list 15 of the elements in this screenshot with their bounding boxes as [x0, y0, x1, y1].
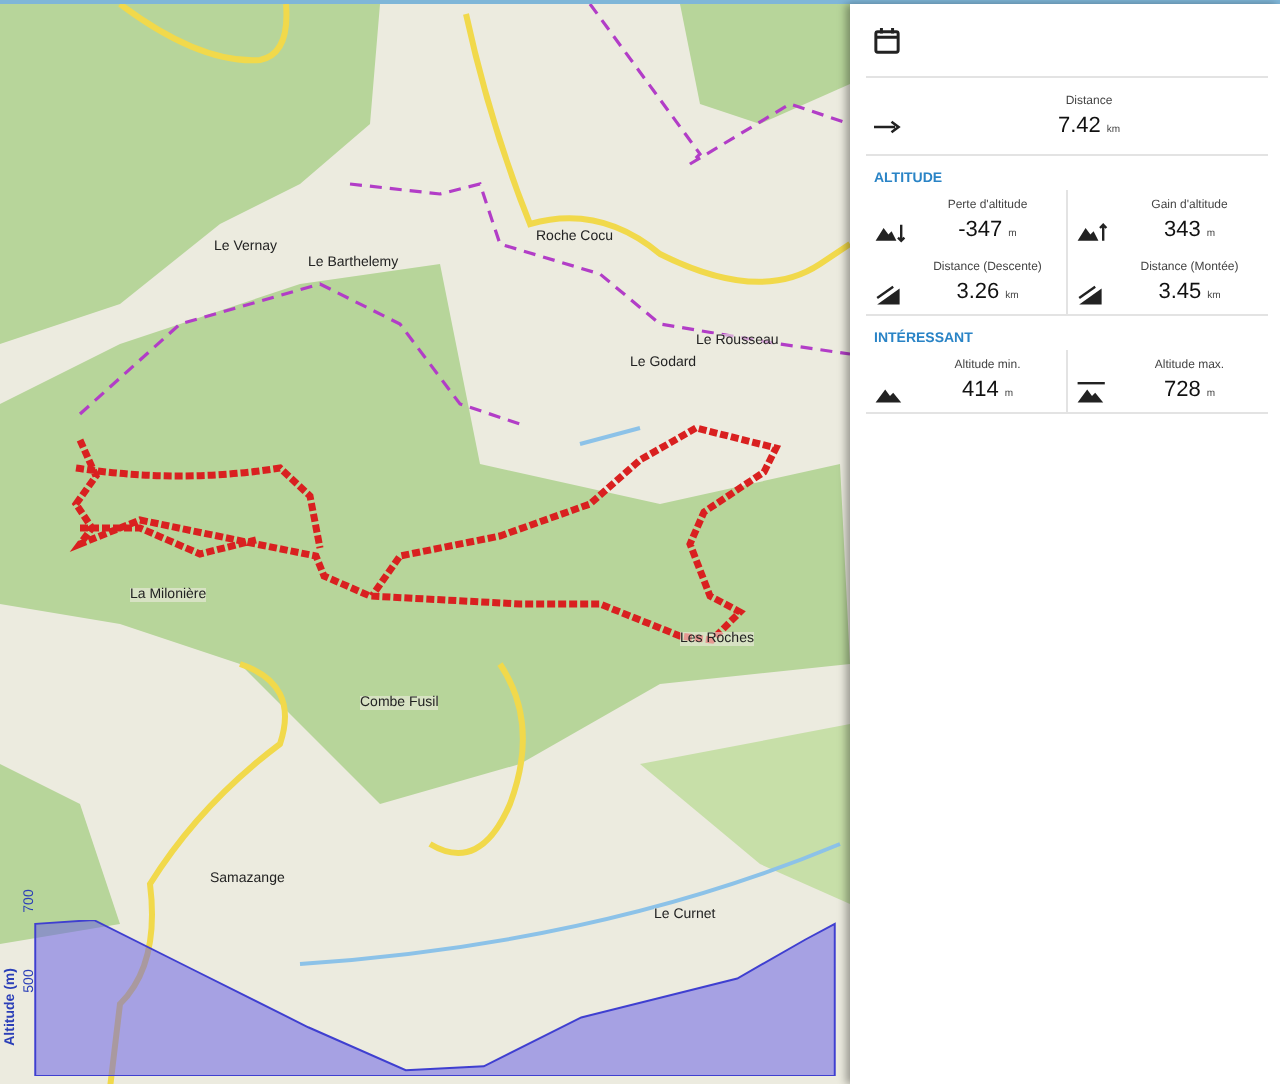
stat-value: 7.42 [1057, 113, 1101, 137]
stat-value: 3.45 [1158, 280, 1202, 304]
mountain-up-arrow-icon [1075, 219, 1107, 243]
slope-icon [1075, 281, 1107, 305]
right-arrow-icon [874, 119, 902, 133]
calendar-icon[interactable] [874, 27, 900, 53]
stat-value: 414 [961, 378, 999, 402]
slope-icon [874, 281, 906, 305]
stat-value: -347 [958, 218, 1003, 242]
stat-value: 728 [1163, 378, 1201, 402]
stat-value: 3.26 [956, 280, 1000, 304]
stat-value: 343 [1163, 218, 1201, 242]
mountain-peak-line-icon [1075, 379, 1107, 403]
mountain-down-arrow-icon [874, 219, 906, 243]
topographic-map-drawing[interactable] [0, 4, 850, 1084]
